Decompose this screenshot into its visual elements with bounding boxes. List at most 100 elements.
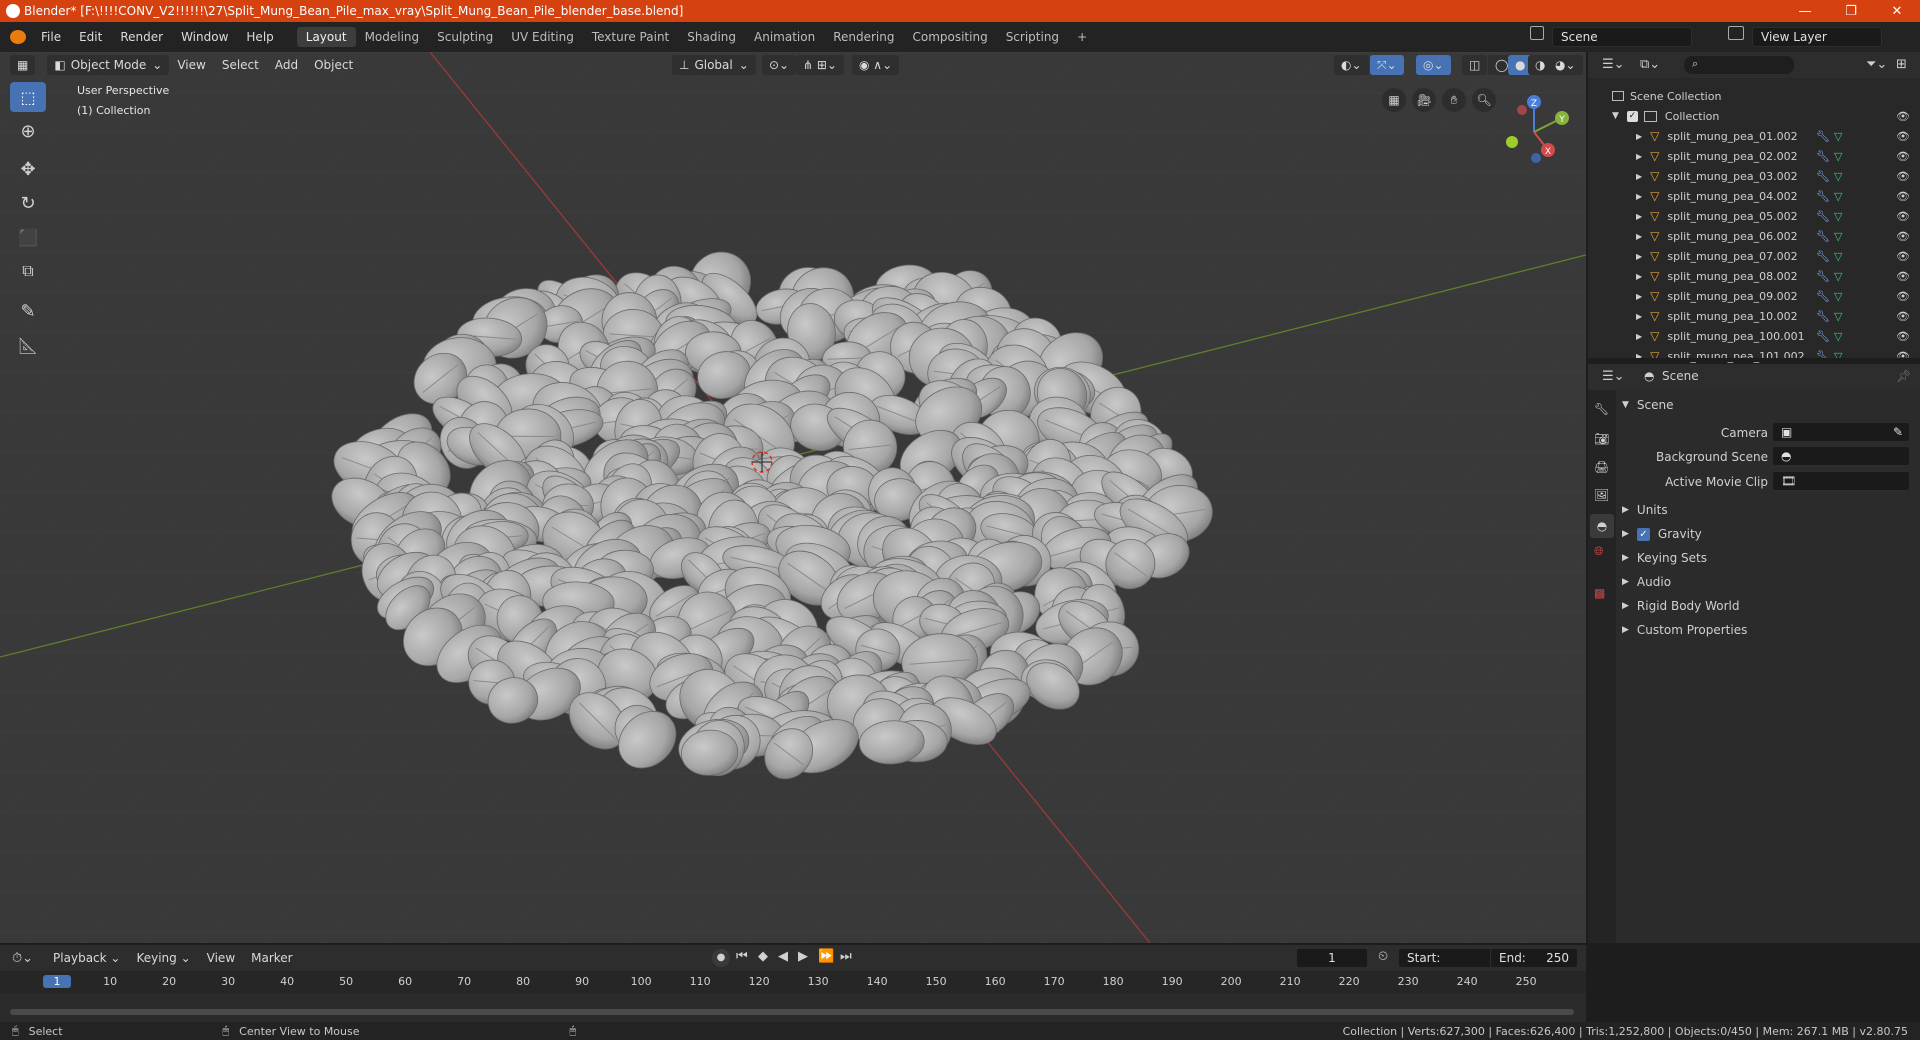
pin-icon[interactable]: 📌︎ xyxy=(1896,369,1911,383)
mesh-data-icon[interactable]: ▽ xyxy=(1834,250,1842,263)
mesh-data-icon[interactable]: ▽ xyxy=(1834,210,1842,223)
move-tool[interactable]: ✥ xyxy=(10,154,46,184)
mesh-data-icon[interactable]: ▽ xyxy=(1834,230,1842,243)
mesh-data-icon[interactable]: ▽ xyxy=(1834,290,1842,303)
menu-edit[interactable]: Edit xyxy=(70,30,111,44)
outliner-object-row[interactable]: ▶ ▽ split_mung_pea_03.002 🔧︎ ▽ 👁︎ xyxy=(1588,166,1920,186)
outliner-object-row[interactable]: ▶ ▽ split_mung_pea_08.002 🔧︎ ▽ 👁︎ xyxy=(1588,266,1920,286)
mesh-data-icon[interactable]: ▽ xyxy=(1834,310,1842,323)
view-layer-icon[interactable] xyxy=(1728,26,1744,40)
timeline-menu-playback[interactable]: Playback ⌄ xyxy=(45,951,128,965)
view-layer-field[interactable]: View Layer xyxy=(1752,27,1882,47)
navigation-gizmo[interactable]: Z Y X xyxy=(1496,88,1576,168)
modifier-wrench-icon[interactable]: 🔧︎ xyxy=(1816,250,1830,263)
transform-tool[interactable]: ⧉ xyxy=(10,256,46,286)
play-reverse-button[interactable]: ◀ xyxy=(778,949,788,964)
viewport-menu-select[interactable]: Select xyxy=(214,58,267,72)
visibility-eye-icon[interactable]: 👁︎ xyxy=(1896,230,1910,243)
custom-properties-panel[interactable]: ▶ Custom Properties xyxy=(1622,619,1920,641)
modifier-wrench-icon[interactable]: 🔧︎ xyxy=(1816,210,1830,223)
display-mode-icon[interactable]: ⧉⌄ xyxy=(1640,57,1660,72)
scene-field[interactable]: Scene xyxy=(1552,27,1692,47)
measure-tool[interactable]: 📐︎ xyxy=(10,330,46,360)
expand-arrow-icon[interactable]: ▶ xyxy=(1636,172,1642,181)
mesh-data-icon[interactable]: ▽ xyxy=(1834,270,1842,283)
modifier-wrench-icon[interactable]: 🔧︎ xyxy=(1816,150,1830,163)
visibility-eye-icon[interactable]: 👁︎ xyxy=(1896,150,1910,163)
tab-sculpting[interactable]: Sculpting xyxy=(428,27,502,47)
visibility-eye-icon[interactable]: 👁︎ xyxy=(1896,310,1910,323)
expand-arrow-icon[interactable]: ▶ xyxy=(1636,212,1642,221)
visibility-eye-icon[interactable]: 👁︎ xyxy=(1896,170,1910,183)
properties-editor-icon[interactable]: ☰⌄ xyxy=(1602,369,1625,384)
rotate-tool[interactable]: ↻ xyxy=(10,188,46,218)
expand-arrow-icon[interactable]: ▼ xyxy=(1612,111,1619,121)
units-panel[interactable]: ▶ Units xyxy=(1622,499,1920,521)
xray-toggle-button[interactable]: ◫ xyxy=(1462,55,1488,75)
eyedropper-icon[interactable]: ✎ xyxy=(1893,425,1903,439)
scene-selector-icon[interactable] xyxy=(1530,26,1544,40)
camera-view-icon[interactable]: 🎥︎ xyxy=(1412,88,1436,112)
visibility-button[interactable]: ◐⌄ xyxy=(1334,55,1369,75)
gizmo-neg-z-icon[interactable] xyxy=(1531,153,1541,163)
timeline-menu-marker[interactable]: Marker xyxy=(243,951,300,965)
timeline-scrollbar[interactable] xyxy=(10,1009,1574,1015)
visibility-eye-icon[interactable]: 👁︎ xyxy=(1896,210,1910,223)
modifier-wrench-icon[interactable]: 🔧︎ xyxy=(1816,290,1830,303)
expand-arrow-icon[interactable]: ▶ xyxy=(1636,152,1642,161)
expand-arrow-icon[interactable]: ▶ xyxy=(1636,272,1642,281)
select-box-tool[interactable]: ⬚ xyxy=(10,82,46,112)
annotate-tool[interactable]: ✎ xyxy=(10,296,46,326)
keying-sets-panel[interactable]: ▶ Keying Sets xyxy=(1622,547,1920,569)
timeline-ruler[interactable]: 1 10 20 30 40 50 60 70 80 90 100 110 120 130 140 150 160… xyxy=(0,971,1586,993)
outliner-editor-icon[interactable]: ☰⌄ xyxy=(1602,57,1625,72)
timeline-menu-keying[interactable]: Keying ⌄ xyxy=(128,951,198,965)
render-tab-icon[interactable]: 📷︎ xyxy=(1594,432,1609,446)
timeline-track-area[interactable] xyxy=(0,993,1586,1021)
outliner-object-row[interactable]: ▶ ▽ split_mung_pea_10.002 🔧︎ ▽ 👁︎ xyxy=(1588,306,1920,326)
proportional-editing-button[interactable]: ◉ ∧⌄ xyxy=(852,55,900,75)
tool-tab-icon[interactable]: 🔧︎ xyxy=(1594,402,1609,416)
gizmo-neg-x-icon[interactable] xyxy=(1517,105,1527,115)
visibility-eye-icon[interactable]: 👁︎ xyxy=(1896,130,1910,143)
outliner-object-row[interactable]: ▶ ▽ split_mung_pea_100.001 🔧︎ ▽ 👁︎ xyxy=(1588,326,1920,346)
pivot-point-button[interactable]: ⊙⌄ xyxy=(762,55,797,75)
gizmo-neg-y-icon[interactable] xyxy=(1506,136,1518,148)
mesh-data-icon[interactable]: ▽ xyxy=(1834,150,1842,163)
viewport-menu-object[interactable]: Object xyxy=(306,58,361,72)
new-collection-icon[interactable]: ⊞ xyxy=(1896,57,1907,72)
outliner-collection[interactable]: ▼ ✓ Collection 👁︎ xyxy=(1588,106,1920,126)
snap-toggle-button[interactable]: ⋔ ⊞⌄ xyxy=(796,55,844,75)
tab-animation[interactable]: Animation xyxy=(745,27,824,47)
end-frame-field[interactable]: End: 250 xyxy=(1490,948,1578,968)
jump-end-button[interactable]: ⏭ xyxy=(840,949,852,964)
rigid-body-world-panel[interactable]: ▶ Rigid Body World xyxy=(1622,595,1920,617)
scene-panel-header[interactable]: ▼ Scene xyxy=(1622,394,1920,416)
scale-tool[interactable]: ⬛ xyxy=(10,222,46,252)
editor-type-button[interactable]: ▦ xyxy=(10,55,36,75)
viewport-menu-add[interactable]: Add xyxy=(267,58,306,72)
timeline-menu-view[interactable]: View xyxy=(199,951,243,965)
outliner-object-row[interactable]: ▶ ▽ split_mung_pea_05.002 🔧︎ ▽ 👁︎ xyxy=(1588,206,1920,226)
world-tab-icon[interactable]: 🌐︎ xyxy=(1594,544,1604,559)
camera-field[interactable]: ▣ ✎ xyxy=(1772,422,1910,442)
outliner-object-row[interactable]: ▶ ▽ split_mung_pea_09.002 🔧︎ ▽ 👁︎ xyxy=(1588,286,1920,306)
expand-arrow-icon[interactable]: ▶ xyxy=(1636,332,1642,341)
current-frame-field[interactable]: 1 xyxy=(1296,948,1368,968)
zoom-icon[interactable]: 🔍︎ xyxy=(1472,88,1496,112)
outliner-search-input[interactable]: ⌕ xyxy=(1684,56,1794,74)
blender-menu-icon[interactable] xyxy=(10,30,26,44)
modifier-wrench-icon[interactable]: 🔧︎ xyxy=(1816,130,1830,143)
modifier-wrench-icon[interactable]: 🔧︎ xyxy=(1816,230,1830,243)
visibility-eye-icon[interactable]: 👁︎ xyxy=(1896,250,1910,263)
visibility-eye-icon[interactable]: 👁︎ xyxy=(1896,330,1910,343)
visibility-eye-icon[interactable]: 👁︎ xyxy=(1896,110,1910,123)
menu-help[interactable]: Help xyxy=(237,30,282,44)
texture-tab-icon[interactable]: ▩ xyxy=(1594,586,1605,600)
tab-uv-editing[interactable]: UV Editing xyxy=(502,27,583,47)
jump-keyframe-forward-button[interactable]: ⏩ xyxy=(818,949,834,964)
filter-icon[interactable]: ⏷⌄ xyxy=(1866,57,1887,72)
expand-arrow-icon[interactable]: ▶ xyxy=(1636,312,1642,321)
rendered-shading-button[interactable]: ◕⌄ xyxy=(1548,55,1583,75)
play-button[interactable]: ▶ xyxy=(798,949,808,964)
